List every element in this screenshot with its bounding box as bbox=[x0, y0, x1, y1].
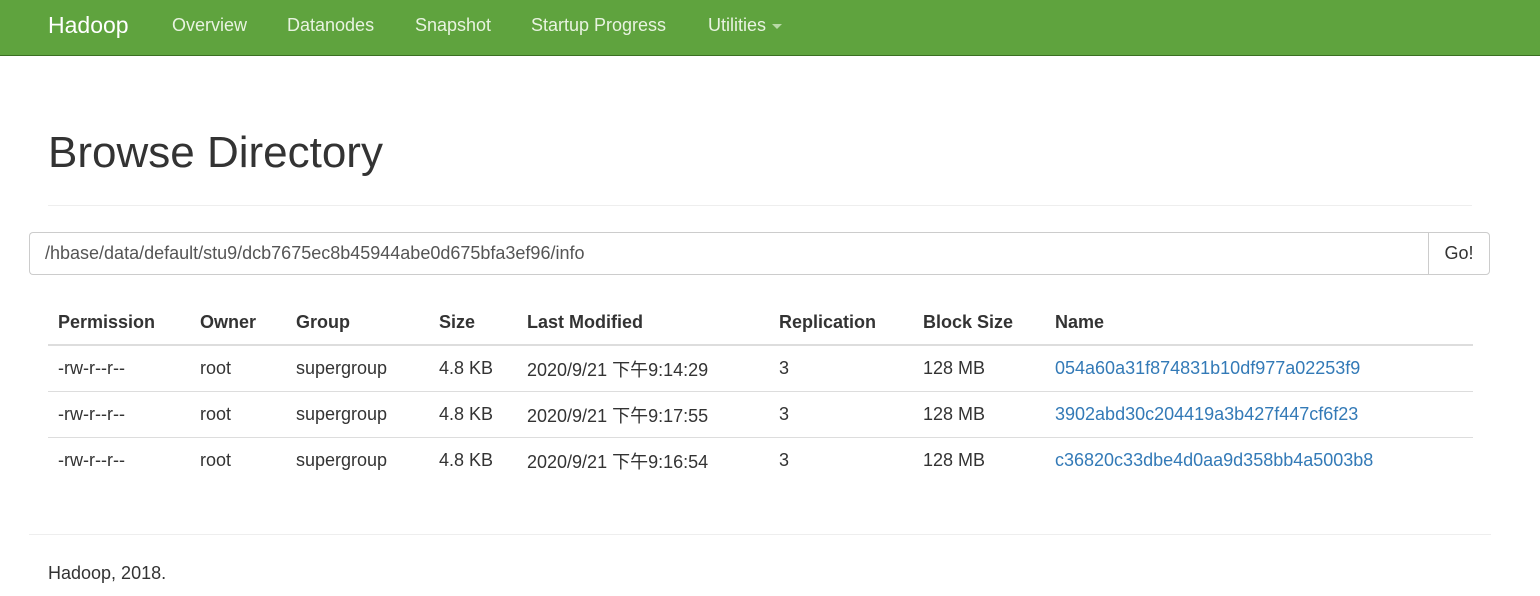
cell-name: 3902abd30c204419a3b427f447cf6f23 bbox=[1045, 391, 1473, 438]
nav-startup-progress[interactable]: Startup Progress bbox=[531, 15, 666, 36]
file-name-link[interactable]: c36820c33dbe4d0aa9d358bb4a5003b8 bbox=[1055, 450, 1373, 470]
cell-block-size: 128 MB bbox=[913, 345, 1045, 392]
column-header-name[interactable]: Name bbox=[1045, 300, 1473, 346]
column-header-group[interactable]: Group bbox=[286, 300, 429, 346]
nav-utilities-label: Utilities bbox=[708, 15, 767, 35]
column-header-permission[interactable]: Permission bbox=[48, 300, 190, 346]
cell-group: supergroup bbox=[286, 345, 429, 392]
cell-replication: 3 bbox=[769, 391, 913, 438]
cell-owner: root bbox=[190, 391, 286, 438]
cell-permission: -rw-r--r-- bbox=[48, 391, 190, 438]
top-navbar: Hadoop Overview Datanodes Snapshot Start… bbox=[0, 0, 1540, 56]
cell-replication: 3 bbox=[779, 450, 790, 470]
file-name-link[interactable]: 3902abd30c204419a3b427f447cf6f23 bbox=[1055, 404, 1358, 424]
cell-last-modified: 2020/9/21 下午9:14:29 bbox=[517, 345, 769, 392]
cell-replication: 3 bbox=[769, 345, 913, 392]
table-row: -rw-r--r-- root supergroup 4.8 KB 2020/9… bbox=[48, 438, 1473, 484]
page-title: Browse Directory bbox=[48, 128, 383, 177]
table-row: -rw-r--r-- root supergroup 4.8 KB 2020/9… bbox=[48, 345, 1473, 392]
cell-owner: root bbox=[190, 345, 286, 392]
footer-divider bbox=[29, 534, 1491, 535]
cell-last-modified: 2020/9/21 下午9:17:55 bbox=[517, 391, 769, 438]
header-divider bbox=[48, 205, 1472, 206]
column-header-replication[interactable]: Replication bbox=[769, 300, 913, 346]
cell-size: 4.8 KB bbox=[439, 450, 494, 470]
footer-text: Hadoop, 2018. bbox=[48, 563, 167, 583]
cell-group: supergroup bbox=[286, 391, 429, 438]
directory-path-input[interactable] bbox=[29, 232, 1429, 275]
cell-group: supergroup bbox=[296, 450, 388, 470]
nav-overview[interactable]: Overview bbox=[172, 15, 247, 36]
column-header-block-size[interactable]: Block Size bbox=[913, 300, 1045, 346]
caret-down-icon bbox=[772, 23, 783, 29]
column-header-owner[interactable]: Owner bbox=[190, 300, 286, 346]
brand-link[interactable]: Hadoop bbox=[48, 12, 129, 39]
column-header-last-modified[interactable]: Last Modified bbox=[517, 300, 769, 346]
directory-listing-table: Permission Owner Group Size Last Modifie… bbox=[48, 300, 1473, 483]
nav-datanodes[interactable]: Datanodes bbox=[287, 15, 374, 36]
cell-size: 4.8 KB bbox=[429, 345, 517, 392]
table-row: -rw-r--r-- root supergroup 4.8 KB 2020/9… bbox=[48, 391, 1473, 438]
cell-name: c36820c33dbe4d0aa9d358bb4a5003b8 bbox=[1045, 438, 1473, 484]
cell-name: 054a60a31f874831b10df977a02253f9 bbox=[1045, 345, 1473, 392]
cell-owner: root bbox=[200, 450, 232, 470]
cell-block-size: 128 MB bbox=[923, 450, 986, 470]
cell-permission: -rw-r--r-- bbox=[48, 345, 190, 392]
cell-last-modified: 2020/9/21 下午9:16:54 bbox=[527, 451, 709, 472]
cell-size: 4.8 KB bbox=[429, 391, 517, 438]
nav-utilities-dropdown[interactable]: Utilities bbox=[708, 15, 783, 36]
go-button[interactable]: Go! bbox=[1428, 232, 1490, 275]
cell-block-size: 128 MB bbox=[913, 391, 1045, 438]
column-header-size[interactable]: Size bbox=[429, 300, 517, 346]
cell-permission: -rw-r--r-- bbox=[58, 450, 125, 470]
table-header-row: Permission Owner Group Size Last Modifie… bbox=[48, 300, 1473, 346]
nav-snapshot[interactable]: Snapshot bbox=[415, 15, 491, 36]
file-name-link[interactable]: 054a60a31f874831b10df977a02253f9 bbox=[1055, 358, 1360, 378]
